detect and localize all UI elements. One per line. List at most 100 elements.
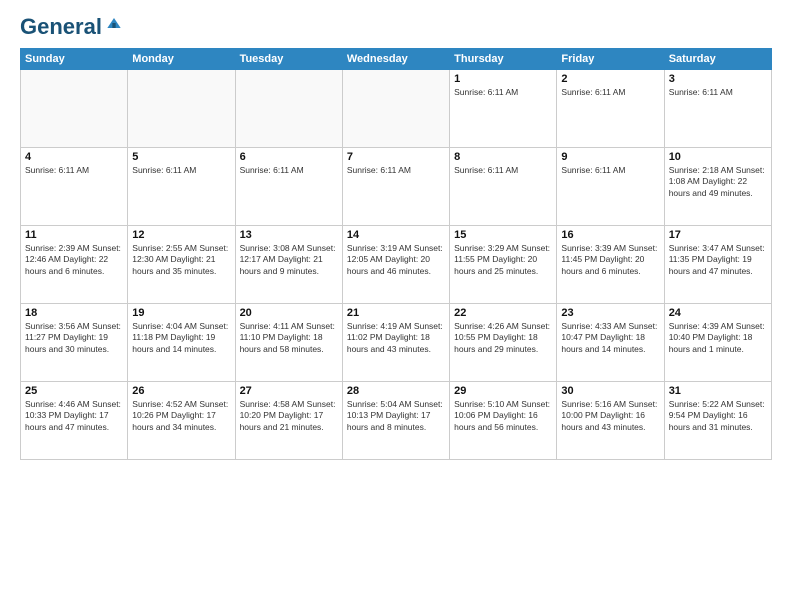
day-info: Sunrise: 5:10 AM Sunset: 10:06 PM Daylig… bbox=[454, 399, 552, 433]
calendar-cell bbox=[342, 70, 449, 148]
day-number: 30 bbox=[561, 385, 659, 397]
day-number: 16 bbox=[561, 229, 659, 241]
day-info: Sunrise: 6:11 AM bbox=[561, 165, 659, 176]
calendar-cell: 26 Sunrise: 4:52 AM Sunset: 10:26 PM Dayl… bbox=[128, 382, 235, 460]
calendar-cell: 21 Sunrise: 4:19 AM Sunset: 11:02 PM Dayl… bbox=[342, 304, 449, 382]
calendar-cell: 17 Sunrise: 3:47 AM Sunset: 11:35 PM Dayl… bbox=[664, 226, 771, 304]
day-number: 6 bbox=[240, 151, 338, 163]
day-number: 29 bbox=[454, 385, 552, 397]
day-number: 14 bbox=[347, 229, 445, 241]
calendar-cell: 22 Sunrise: 4:26 AM Sunset: 10:55 PM Dayl… bbox=[450, 304, 557, 382]
logo: General bbox=[20, 16, 124, 38]
calendar-cell: 11Sunrise: 2:39 AM Sunset: 12:46 AM Dayl… bbox=[21, 226, 128, 304]
day-number: 8 bbox=[454, 151, 552, 163]
day-number: 26 bbox=[132, 385, 230, 397]
day-number: 17 bbox=[669, 229, 767, 241]
day-info: Sunrise: 5:04 AM Sunset: 10:13 PM Daylig… bbox=[347, 399, 445, 433]
day-info: Sunrise: 6:11 AM bbox=[240, 165, 338, 176]
day-number: 18 bbox=[25, 307, 123, 319]
calendar-cell: 28 Sunrise: 5:04 AM Sunset: 10:13 PM Dayl… bbox=[342, 382, 449, 460]
day-info: Sunrise: 3:08 AM Sunset: 12:17 AM Daylig… bbox=[240, 243, 338, 277]
day-number: 19 bbox=[132, 307, 230, 319]
calendar-cell: 3 Sunrise: 6:11 AM bbox=[664, 70, 771, 148]
day-number: 10 bbox=[669, 151, 767, 163]
day-number: 1 bbox=[454, 73, 552, 85]
day-number: 22 bbox=[454, 307, 552, 319]
day-info: Sunrise: 5:22 AM Sunset: 9:54 PM Dayligh… bbox=[669, 399, 767, 433]
calendar-week-1: 1 Sunrise: 6:11 AM 2 Sunrise: 6:11 AM 3 Sunri… bbox=[21, 70, 772, 148]
calendar-cell: 18Sunrise: 3:56 AM Sunset: 11:27 PM Dayl… bbox=[21, 304, 128, 382]
day-info: Sunrise: 3:39 AM Sunset: 11:45 PM Daylig… bbox=[561, 243, 659, 277]
day-info: Sunrise: 6:11 AM bbox=[454, 87, 552, 98]
day-number: 28 bbox=[347, 385, 445, 397]
weekday-header-friday: Friday bbox=[557, 49, 664, 70]
day-info: Sunrise: 4:46 AM Sunset: 10:33 PM Daylig… bbox=[25, 399, 123, 433]
calendar-week-2: 4Sunrise: 6:11 AM5Sunrise: 6:11 AM6Sunri… bbox=[21, 148, 772, 226]
day-info: Sunrise: 2:18 AM Sunset: 1:08 AM Dayligh… bbox=[669, 165, 767, 199]
calendar-cell: 13 Sunrise: 3:08 AM Sunset: 12:17 AM Dayl… bbox=[235, 226, 342, 304]
calendar-cell: 20 Sunrise: 4:11 AM Sunset: 11:10 PM Dayl… bbox=[235, 304, 342, 382]
day-info: Sunrise: 6:11 AM bbox=[347, 165, 445, 176]
day-info: Sunrise: 6:11 AM bbox=[132, 165, 230, 176]
day-info: Sunrise: 3:29 AM Sunset: 11:55 PM Daylig… bbox=[454, 243, 552, 277]
day-number: 27 bbox=[240, 385, 338, 397]
header: General bbox=[20, 16, 772, 38]
calendar-cell: 23 Sunrise: 4:33 AM Sunset: 10:47 PM Dayl… bbox=[557, 304, 664, 382]
calendar-cell: 8 Sunrise: 6:11 AM bbox=[450, 148, 557, 226]
day-info: Sunrise: 3:47 AM Sunset: 11:35 PM Daylig… bbox=[669, 243, 767, 277]
weekday-header-monday: Monday bbox=[128, 49, 235, 70]
calendar-cell: 14Sunrise: 3:19 AM Sunset: 12:05 AM Dayl… bbox=[342, 226, 449, 304]
day-info: Sunrise: 4:39 AM Sunset: 10:40 PM Daylig… bbox=[669, 321, 767, 355]
day-info: Sunrise: 6:11 AM bbox=[454, 165, 552, 176]
calendar-cell: 5Sunrise: 6:11 AM bbox=[128, 148, 235, 226]
calendar-cell: 19 Sunrise: 4:04 AM Sunset: 11:18 PM Dayl… bbox=[128, 304, 235, 382]
page: General SundayMondayTuesdayWednesdayThur… bbox=[0, 0, 792, 612]
day-info: Sunrise: 4:33 AM Sunset: 10:47 PM Daylig… bbox=[561, 321, 659, 355]
day-number: 20 bbox=[240, 307, 338, 319]
day-info: Sunrise: 4:04 AM Sunset: 11:18 PM Daylig… bbox=[132, 321, 230, 355]
calendar-cell bbox=[235, 70, 342, 148]
day-number: 21 bbox=[347, 307, 445, 319]
calendar-cell: 16 Sunrise: 3:39 AM Sunset: 11:45 PM Dayl… bbox=[557, 226, 664, 304]
day-info: Sunrise: 6:11 AM bbox=[669, 87, 767, 98]
calendar-week-3: 11Sunrise: 2:39 AM Sunset: 12:46 AM Dayl… bbox=[21, 226, 772, 304]
day-number: 7 bbox=[347, 151, 445, 163]
weekday-header-sunday: Sunday bbox=[21, 49, 128, 70]
day-info: Sunrise: 4:52 AM Sunset: 10:26 PM Daylig… bbox=[132, 399, 230, 433]
calendar-cell: 2 Sunrise: 6:11 AM bbox=[557, 70, 664, 148]
calendar-cell: 4 Sunrise: 6:11 AM bbox=[21, 148, 128, 226]
day-number: 15 bbox=[454, 229, 552, 241]
calendar-cell: 12Sunrise: 2:55 AM Sunset: 12:30 AM Dayl… bbox=[128, 226, 235, 304]
weekday-header-tuesday: Tuesday bbox=[235, 49, 342, 70]
calendar-cell: 7 Sunrise: 6:11 AM bbox=[342, 148, 449, 226]
day-number: 25 bbox=[25, 385, 123, 397]
day-info: Sunrise: 4:11 AM Sunset: 11:10 PM Daylig… bbox=[240, 321, 338, 355]
weekday-header-row: SundayMondayTuesdayWednesdayThursdayFrid… bbox=[21, 49, 772, 70]
calendar-cell: 9 Sunrise: 6:11 AM bbox=[557, 148, 664, 226]
day-info: Sunrise: 2:55 AM Sunset: 12:30 AM Daylig… bbox=[132, 243, 230, 277]
weekday-header-saturday: Saturday bbox=[664, 49, 771, 70]
day-info: Sunrise: 6:11 AM bbox=[25, 165, 123, 176]
weekday-header-thursday: Thursday bbox=[450, 49, 557, 70]
day-number: 4 bbox=[25, 151, 123, 163]
calendar-cell bbox=[21, 70, 128, 148]
calendar-cell: 24 Sunrise: 4:39 AM Sunset: 10:40 PM Dayl… bbox=[664, 304, 771, 382]
day-number: 24 bbox=[669, 307, 767, 319]
logo-text: General bbox=[20, 16, 102, 38]
day-number: 2 bbox=[561, 73, 659, 85]
day-info: Sunrise: 4:19 AM Sunset: 11:02 PM Daylig… bbox=[347, 321, 445, 355]
day-number: 3 bbox=[669, 73, 767, 85]
day-number: 23 bbox=[561, 307, 659, 319]
day-info: Sunrise: 5:16 AM Sunset: 10:00 PM Daylig… bbox=[561, 399, 659, 433]
day-number: 13 bbox=[240, 229, 338, 241]
day-info: Sunrise: 2:39 AM Sunset: 12:46 AM Daylig… bbox=[25, 243, 123, 277]
calendar-cell: 6 Sunrise: 6:11 AM bbox=[235, 148, 342, 226]
day-info: Sunrise: 6:11 AM bbox=[561, 87, 659, 98]
calendar-cell: 30 Sunrise: 5:16 AM Sunset: 10:00 PM Dayl… bbox=[557, 382, 664, 460]
day-number: 9 bbox=[561, 151, 659, 163]
day-info: Sunrise: 4:58 AM Sunset: 10:20 PM Daylig… bbox=[240, 399, 338, 433]
calendar-cell: 25 Sunrise: 4:46 AM Sunset: 10:33 PM Dayl… bbox=[21, 382, 128, 460]
calendar-week-5: 25 Sunrise: 4:46 AM Sunset: 10:33 PM Dayl… bbox=[21, 382, 772, 460]
calendar-table: SundayMondayTuesdayWednesdayThursdayFrid… bbox=[20, 48, 772, 460]
day-info: Sunrise: 4:26 AM Sunset: 10:55 PM Daylig… bbox=[454, 321, 552, 355]
